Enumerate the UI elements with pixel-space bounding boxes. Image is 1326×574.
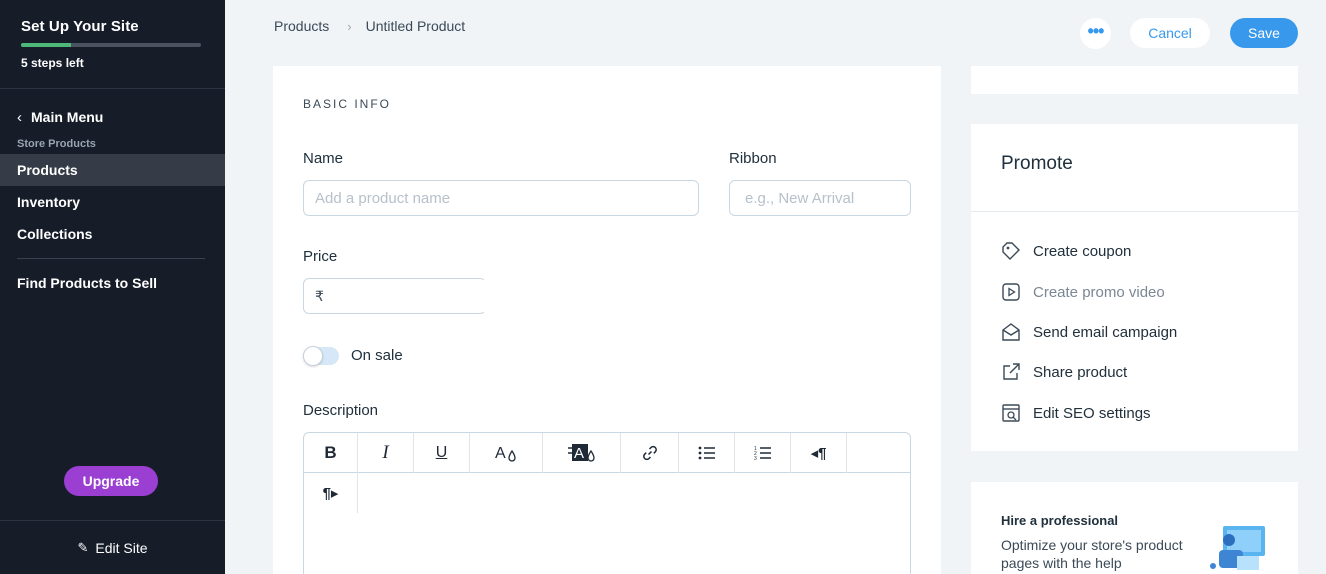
svg-text:A: A [574,445,584,462]
chevron-right-icon: › [347,18,352,34]
svg-text:A: A [495,445,506,462]
edit-seo-settings-link[interactable]: Edit SEO settings [1001,402,1151,424]
editor-toolbar-row-2: ¶▸ [304,473,910,513]
ribbon-input[interactable] [729,180,911,216]
chevron-left-icon: ‹ [17,108,22,126]
hire-description: Optimize your store's product pages with… [1001,537,1183,571]
editor-toolbar: B I U A A 123 ◂¶ [304,433,910,473]
promote-title: Promote [1001,153,1073,174]
basic-info-card: BASIC INFO Name Ribbon Price ₹ On sale D… [273,66,941,574]
send-email-campaign-link[interactable]: Send email campaign [1001,321,1177,343]
edit-seo-settings-label: Edit SEO settings [1033,404,1151,422]
italic-button[interactable]: I [358,433,414,473]
setup-progress-fill [21,43,72,47]
upgrade-button[interactable]: Upgrade [64,466,158,496]
email-icon [1001,322,1021,342]
setup-title: Set Up Your Site [21,18,139,35]
share-icon [1001,362,1021,382]
breadcrumb: Products › Untitled Product [274,18,465,34]
highlight-color-button[interactable]: A [543,433,621,473]
underline-button[interactable]: U [414,433,470,473]
setup-progress-panel[interactable]: Set Up Your Site 5 steps left [0,0,225,89]
description-editor[interactable]: B I U A A 123 ◂¶ ¶▸ [303,432,911,574]
name-label: Name [303,150,344,167]
bulleted-list-button[interactable] [679,433,735,473]
hire-title: Hire a professional [1001,513,1119,528]
numbered-list-button[interactable]: 123 [735,433,791,473]
text-direction-ltr-button[interactable]: ¶▸ [304,473,358,513]
product-name-input[interactable] [303,180,699,216]
create-promo-video-label: Create promo video [1033,283,1165,301]
top-right-card [971,66,1298,94]
link-button[interactable] [621,433,679,473]
main-menu-link[interactable]: ‹ Main Menu [0,102,225,132]
cancel-button[interactable]: Cancel [1130,18,1210,48]
sidebar: Set Up Your Site 5 steps left ‹ Main Men… [0,0,225,574]
main-menu-label: Main Menu [31,109,104,125]
promote-divider [971,211,1298,212]
paragraph-ltr-icon: ¶▸ [322,485,339,502]
toggle-knob [303,346,323,366]
create-promo-video-link[interactable]: Create promo video [1001,281,1165,303]
save-button[interactable]: Save [1230,18,1298,48]
paragraph-rtl-icon: ◂¶ [810,445,827,462]
more-dots-icon: ••• [1087,20,1105,41]
sidebar-item-inventory[interactable]: Inventory [0,186,225,218]
price-label: Price [303,248,338,265]
edit-site-button[interactable]: ✎ Edit Site [0,520,225,574]
seo-icon [1001,403,1021,423]
hire-professional-card[interactable]: Hire a professional Optimize your store'… [971,482,1298,574]
coupon-icon [1001,241,1021,261]
breadcrumb-products-link[interactable]: Products [274,18,329,34]
share-product-link[interactable]: Share product [1001,361,1127,383]
steps-left-label: 5 steps left [21,56,84,70]
ribbon-label: Ribbon [729,150,777,167]
bulleted-list-icon [698,446,715,460]
setup-progress-bar [21,43,201,47]
sidebar-divider [17,258,205,259]
promote-card: Promote Create coupon Create promo video… [971,124,1298,451]
send-email-campaign-label: Send email campaign [1033,323,1178,341]
edit-site-label: Edit Site [95,539,148,556]
price-input[interactable] [329,280,529,312]
on-sale-toggle[interactable] [303,346,339,366]
more-actions-button[interactable]: ••• [1080,18,1111,49]
video-icon [1001,282,1021,302]
link-icon [642,445,657,461]
hire-professional-illustration [1210,526,1265,570]
sidebar-item-find-products[interactable]: Find Products to Sell [0,267,225,299]
sidebar-item-products[interactable]: Products [0,154,225,186]
create-coupon-link[interactable]: Create coupon [1001,240,1131,262]
svg-text:3: 3 [754,456,757,461]
text-direction-rtl-button[interactable]: ◂¶ [791,433,847,473]
create-coupon-label: Create coupon [1033,242,1132,260]
bold-button[interactable]: B [304,433,358,473]
currency-symbol: ₹ [315,287,324,304]
text-color-icon: A [495,445,516,462]
breadcrumb-current: Untitled Product [365,18,466,34]
share-product-label: Share product [1033,363,1128,381]
pencil-icon: ✎ [77,539,89,555]
text-color-button[interactable]: A [470,433,543,473]
numbered-list-icon: 123 [754,446,771,461]
on-sale-label: On sale [351,347,403,364]
highlight-color-icon: A [567,444,595,462]
sidebar-item-collections[interactable]: Collections [0,218,225,250]
section-label-store-products: Store Products [17,138,96,150]
section-title: BASIC INFO [303,97,392,111]
price-field: ₹ [303,278,529,314]
description-label: Description [303,402,379,419]
